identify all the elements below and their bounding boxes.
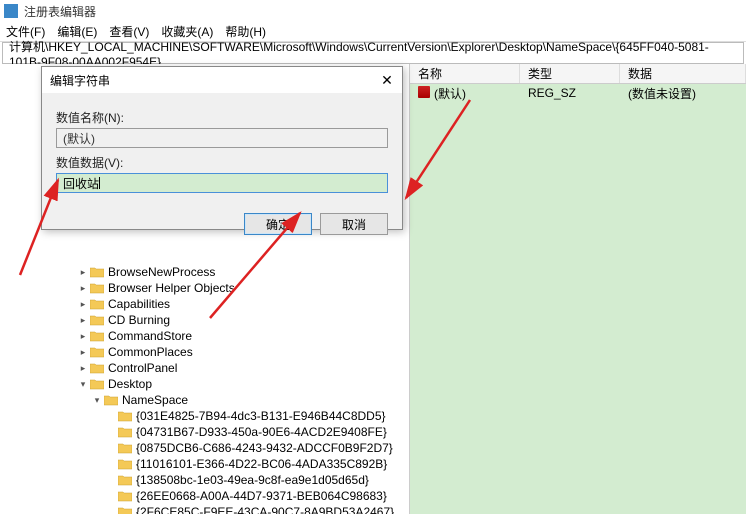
values-pane[interactable]: 名称 类型 数据 (默认) REG_SZ (数值未设置) [410, 64, 746, 514]
value-name-field: (默认) [56, 128, 388, 148]
tree-label: ControlPanel [108, 360, 177, 376]
list-header: 名称 类型 数据 [410, 64, 746, 84]
folder-icon [90, 379, 104, 390]
folder-icon [118, 427, 132, 438]
col-header-data[interactable]: 数据 [620, 64, 746, 83]
tree-label: {11016101-E366-4D22-BC06-4ADA335C892B} [136, 456, 387, 472]
tree-item[interactable]: {11016101-E366-4D22-BC06-4ADA335C892B} [0, 456, 409, 472]
col-header-type[interactable]: 类型 [520, 64, 620, 83]
tree-item[interactable]: ▸ ControlPanel [0, 360, 409, 376]
tree-label: CommandStore [108, 328, 192, 344]
ok-button[interactable]: 确定 [244, 213, 312, 235]
folder-icon [90, 315, 104, 326]
value-data-input[interactable]: 回收站 [56, 173, 388, 193]
tree-label: CD Burning [108, 312, 170, 328]
folder-icon [118, 507, 132, 515]
spacer [106, 427, 116, 437]
chevron-down-icon[interactable]: ▾ [78, 379, 88, 389]
chevron-right-icon[interactable]: ▸ [78, 363, 88, 373]
tree-label: Capabilities [108, 296, 170, 312]
app-icon [4, 4, 18, 18]
folder-icon [90, 331, 104, 342]
tree-label: {031E4825-7B94-4dc3-B131-E946B44C8DD5} [136, 408, 386, 424]
value-name: (默认) [410, 85, 520, 102]
tree-item[interactable]: ▸ Browser Helper Objects [0, 280, 409, 296]
value-name-label: 数值名称(N): [56, 109, 388, 126]
tree-label: {138508bc-1e03-49ea-9c8f-ea9e1d05d65d} [136, 472, 369, 488]
folder-icon [90, 299, 104, 310]
string-value-icon [418, 86, 430, 98]
tree-label: {2F6CE85C-F9EE-43CA-90C7-8A9BD53A2467} [136, 504, 394, 514]
spacer [106, 443, 116, 453]
folder-icon [118, 443, 132, 454]
address-bar[interactable]: 计算机\HKEY_LOCAL_MACHINE\SOFTWARE\Microsof… [2, 42, 744, 64]
spacer [106, 459, 116, 469]
folder-icon [118, 411, 132, 422]
tree-label: Desktop [108, 376, 152, 392]
value-type: REG_SZ [520, 86, 620, 100]
edit-string-dialog: 编辑字符串 ✕ 数值名称(N): (默认) 数值数据(V): 回收站 确定 取消 [41, 66, 403, 230]
chevron-right-icon[interactable]: ▸ [78, 267, 88, 277]
tree-label: {04731B67-D933-450a-90E6-4ACD2E9408FE} [136, 424, 387, 440]
tree-label: CommonPlaces [108, 344, 193, 360]
dialog-title: 编辑字符串 [50, 72, 110, 89]
tree-item[interactable]: ▸ CD Burning [0, 312, 409, 328]
chevron-down-icon[interactable]: ▾ [92, 395, 102, 405]
spacer [106, 491, 116, 501]
tree-item[interactable]: {138508bc-1e03-49ea-9c8f-ea9e1d05d65d} [0, 472, 409, 488]
folder-icon [90, 347, 104, 358]
value-row[interactable]: (默认) REG_SZ (数值未设置) [410, 84, 746, 102]
folder-icon [118, 491, 132, 502]
tree-item[interactable]: {26EE0668-A00A-44D7-9371-BEB064C98683} [0, 488, 409, 504]
chevron-right-icon[interactable]: ▸ [78, 331, 88, 341]
col-header-name[interactable]: 名称 [410, 64, 520, 83]
folder-icon [118, 459, 132, 470]
folder-icon [104, 395, 118, 406]
text-cursor [99, 177, 100, 189]
spacer [106, 411, 116, 421]
tree-item[interactable]: ▾ Desktop [0, 376, 409, 392]
chevron-right-icon[interactable]: ▸ [78, 315, 88, 325]
dialog-titlebar[interactable]: 编辑字符串 ✕ [42, 67, 402, 93]
spacer [106, 475, 116, 485]
tree-item[interactable]: {031E4825-7B94-4dc3-B131-E946B44C8DD5} [0, 408, 409, 424]
folder-icon [90, 363, 104, 374]
value-data: (数值未设置) [620, 85, 746, 102]
tree-item[interactable]: ▸ CommonPlaces [0, 344, 409, 360]
spacer [106, 507, 116, 514]
value-data-label: 数值数据(V): [56, 154, 388, 171]
window-titlebar: 注册表编辑器 [0, 0, 746, 22]
tree-item[interactable]: ▸ CommandStore [0, 328, 409, 344]
folder-icon [90, 267, 104, 278]
tree-item[interactable]: ▸ Capabilities [0, 296, 409, 312]
tree-label: {26EE0668-A00A-44D7-9371-BEB064C98683} [136, 488, 387, 504]
dialog-close-button[interactable]: ✕ [372, 67, 402, 93]
chevron-right-icon[interactable]: ▸ [78, 299, 88, 309]
tree-label: Browser Helper Objects [108, 280, 235, 296]
tree-label: {0875DCB6-C686-4243-9432-ADCCF0B9F2D7} [136, 440, 393, 456]
tree-item[interactable]: {0875DCB6-C686-4243-9432-ADCCF0B9F2D7} [0, 440, 409, 456]
tree-item[interactable]: ▾ NameSpace [0, 392, 409, 408]
folder-icon [118, 475, 132, 486]
chevron-right-icon[interactable]: ▸ [78, 347, 88, 357]
cancel-button[interactable]: 取消 [320, 213, 388, 235]
tree-item[interactable]: {2F6CE85C-F9EE-43CA-90C7-8A9BD53A2467} [0, 504, 409, 514]
folder-icon [90, 283, 104, 294]
tree-item[interactable]: {04731B67-D933-450a-90E6-4ACD2E9408FE} [0, 424, 409, 440]
chevron-right-icon[interactable]: ▸ [78, 283, 88, 293]
tree-item[interactable]: ▸ BrowseNewProcess [0, 264, 409, 280]
tree-label: BrowseNewProcess [108, 264, 215, 280]
tree-label: NameSpace [122, 392, 188, 408]
window-title: 注册表编辑器 [24, 3, 96, 20]
close-icon: ✕ [381, 72, 393, 89]
